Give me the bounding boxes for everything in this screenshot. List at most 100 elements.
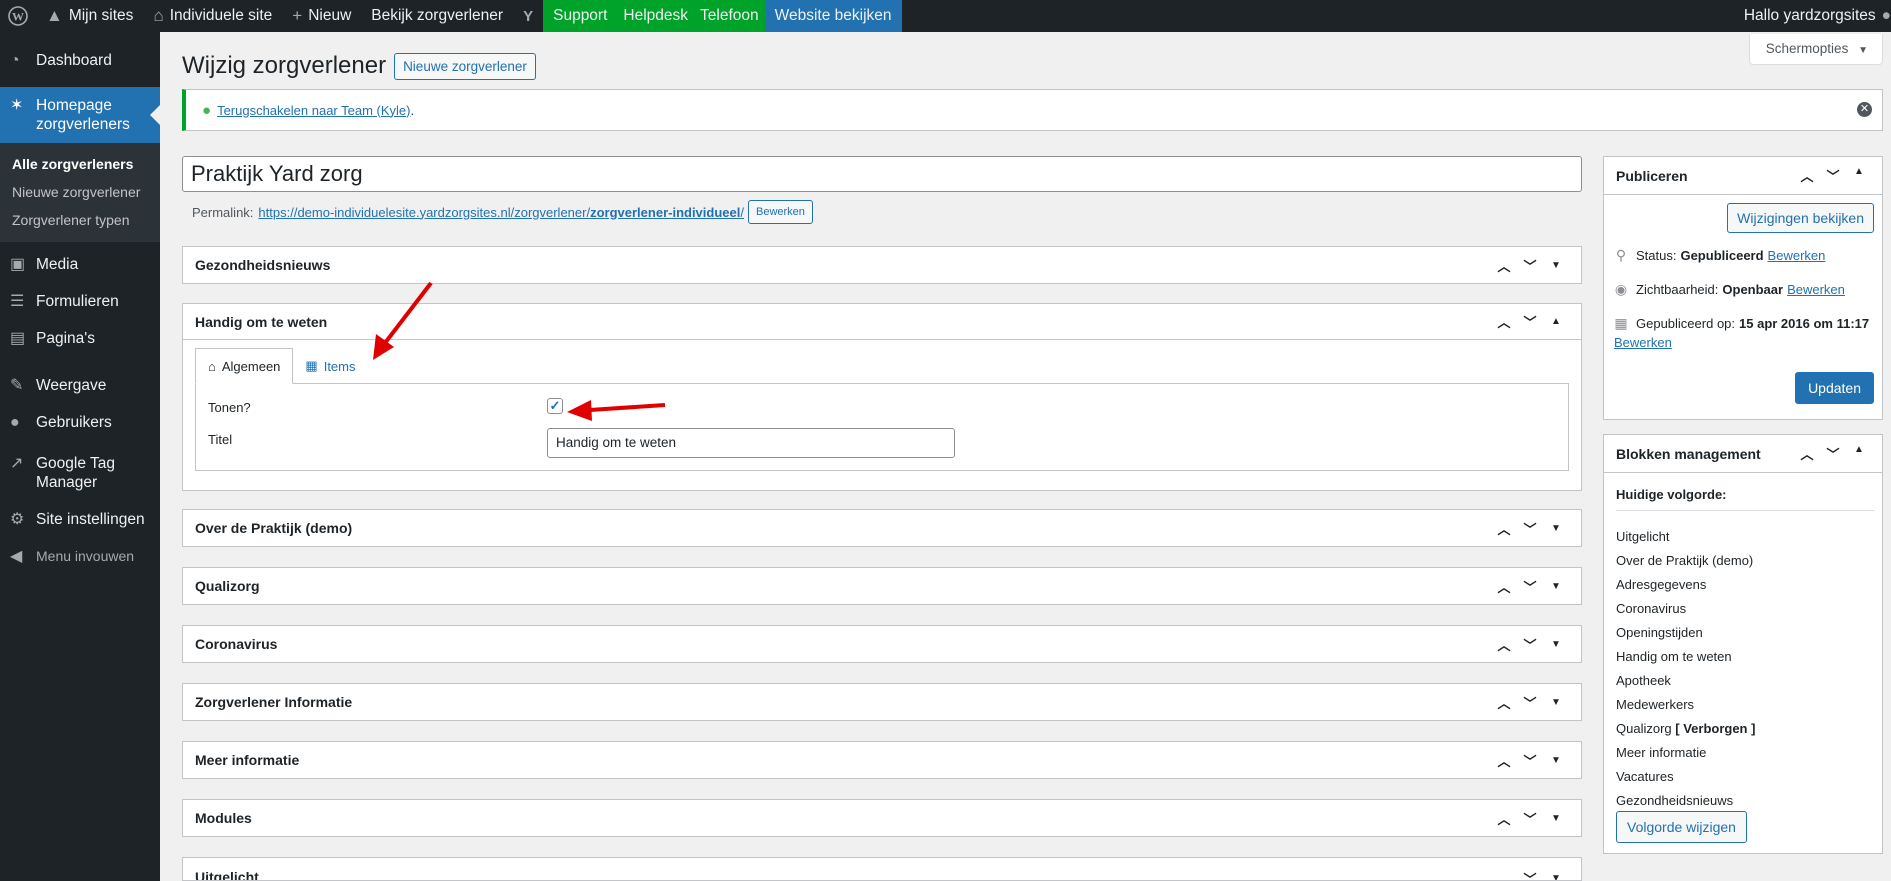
brush-icon: ✎ <box>10 377 24 394</box>
view-provider-link[interactable]: Bekijk zorgverlener <box>361 0 513 32</box>
switch-back-link[interactable]: Terugschakelen naar Team (Kyle) <box>217 103 410 118</box>
show-checkbox[interactable]: ✓ <box>547 398 563 414</box>
pages-icon: ▤ <box>10 330 26 347</box>
admin-bar: W ▲ Mijn sites ⌂ Individuele site + Nieuw B… <box>0 0 1891 32</box>
sidebar-item-weergave[interactable]: ✎ Weergave <box>0 367 160 404</box>
my-sites-menu[interactable]: ▲ Mijn sites <box>36 0 143 32</box>
visibility-edit-link[interactable]: Bewerken <box>1787 282 1845 297</box>
tab-algemeen[interactable]: ⌂ Algemeen <box>195 348 294 384</box>
metabox-header[interactable]: Uitgelicht ︿ ﹀ ▼ <box>183 858 1581 880</box>
move-up-icon[interactable]: ︿ <box>1491 693 1517 712</box>
sidebar-item-media[interactable]: ▣ Media <box>0 246 160 283</box>
list-item: Qualizorg [ Verborgen ] <box>1616 721 1756 736</box>
move-down-icon[interactable]: ﹀ <box>1517 256 1543 275</box>
svg-text:W: W <box>12 10 24 24</box>
status-edit-link[interactable]: Bewerken <box>1768 248 1826 263</box>
telefoon-link[interactable]: Telefoon <box>694 0 765 32</box>
published-edit-link[interactable]: Bewerken <box>1614 335 1874 350</box>
move-down-icon[interactable]: ﹀ <box>1517 809 1543 828</box>
move-down-icon[interactable]: ﹀ <box>1517 312 1543 331</box>
plus-icon: + <box>292 6 303 25</box>
move-down-icon[interactable]: ﹀ <box>1517 869 1543 880</box>
sidebar-item-google-tag-manager[interactable]: ↗ Google Tag Manager <box>0 445 160 501</box>
metabox-header[interactable]: Qualizorg ︿ ﹀ ▼ <box>183 568 1581 604</box>
move-up-icon[interactable]: ︿ <box>1794 444 1820 463</box>
move-up-icon[interactable]: ︿ <box>1491 635 1517 654</box>
toggle-icon[interactable]: ▼ <box>1543 581 1569 592</box>
collapse-icon: ◀ <box>10 548 23 565</box>
change-order-button[interactable]: Volgorde wijzigen <box>1616 811 1747 843</box>
metabox-header[interactable]: Modules ︿ ﹀ ▼ <box>183 800 1581 836</box>
preview-changes-button[interactable]: Wijzigingen bekijken <box>1727 203 1874 233</box>
move-up-icon[interactable]: ︿ <box>1491 312 1517 331</box>
support-link[interactable]: Support <box>543 0 618 32</box>
toggle-icon[interactable]: ▼ <box>1543 755 1569 766</box>
move-down-icon[interactable]: ﹀ <box>1517 635 1543 654</box>
toggle-icon[interactable]: ▼ <box>1543 813 1569 824</box>
metabox-zorgverlener-informatie: Zorgverlener Informatie ︿ ﹀ ▼ <box>182 683 1582 721</box>
submenu-new-provider[interactable]: Nieuwe zorgverlener <box>0 178 160 206</box>
move-down-icon[interactable]: ﹀ <box>1517 519 1543 538</box>
post-title-input[interactable]: Praktijk Yard zorg <box>182 156 1582 192</box>
toggle-icon[interactable]: ▲ <box>1543 316 1569 327</box>
site-name-menu[interactable]: ⌂ Individuele site <box>143 0 282 32</box>
metabox-header[interactable]: Gezondheidsnieuws ︿ ﹀ ▼ <box>183 247 1581 283</box>
toggle-icon[interactable]: ▼ <box>1543 639 1569 650</box>
tab-items[interactable]: ▦ Items <box>293 348 367 384</box>
move-up-icon[interactable]: ︿ <box>1491 751 1517 770</box>
sidebar-item-dashboard[interactable]: ◔ Dashboard <box>0 42 160 79</box>
move-up-icon[interactable]: ︿ <box>1491 869 1517 880</box>
permalink-edit-button[interactable]: Bewerken <box>747 200 813 224</box>
move-up-icon[interactable]: ︿ <box>1491 577 1517 596</box>
move-down-icon[interactable]: ﹀ <box>1820 444 1846 463</box>
screen-options-button[interactable]: Schermopties ▼ <box>1748 34 1883 65</box>
metabox-header[interactable]: Handig om te weten ︿ ﹀ ▲ <box>183 304 1581 340</box>
move-up-icon[interactable]: ︿ <box>1491 256 1517 275</box>
yoast-icon[interactable]: Y <box>513 0 543 32</box>
move-down-icon[interactable]: ﹀ <box>1820 166 1846 185</box>
blocks-header[interactable]: Blokken management ︿ ﹀ ▲ <box>1604 435 1882 473</box>
new-provider-button[interactable]: Nieuwe zorgverlener <box>394 52 536 80</box>
helpdesk-link[interactable]: Helpdesk <box>617 0 695 32</box>
sidebar-item-gebruikers[interactable]: ● Gebruikers <box>0 404 160 441</box>
permalink-link[interactable]: https://demo-individuelesite.yardzorgsit… <box>258 205 744 220</box>
new-content-menu[interactable]: + Nieuw <box>282 0 361 32</box>
block-order-list: Uitgelicht Over de Praktijk (demo) Adres… <box>1616 525 1755 813</box>
view-website-link[interactable]: Website bekijken <box>764 0 902 32</box>
submenu-provider-types[interactable]: Zorgverlener typen <box>0 206 160 234</box>
account-menu[interactable]: Hallo yardzorgsites ● <box>1734 0 1891 32</box>
metabox-header[interactable]: Coronavirus ︿ ﹀ ▼ <box>183 626 1581 662</box>
metabox-header[interactable]: Over de Praktijk (demo) ︿ ﹀ ▼ <box>183 510 1581 546</box>
toggle-icon[interactable]: ▼ <box>1543 523 1569 534</box>
move-down-icon[interactable]: ﹀ <box>1517 751 1543 770</box>
toggle-icon[interactable]: ▼ <box>1543 260 1569 271</box>
metabox-coronavirus: Coronavirus ︿ ﹀ ▼ <box>182 625 1582 663</box>
sidebar-item-site-instellingen[interactable]: ⚙ Site instellingen <box>0 501 160 538</box>
toggle-icon[interactable]: ▲ <box>1846 444 1872 463</box>
move-up-icon[interactable]: ︿ <box>1491 519 1517 538</box>
sidebar-item-paginas[interactable]: ▤ Pagina's <box>0 320 160 357</box>
toggle-icon[interactable]: ▲ <box>1846 166 1872 185</box>
metabox-header[interactable]: Meer informatie ︿ ﹀ ▼ <box>183 742 1581 778</box>
move-up-icon[interactable]: ︿ <box>1491 809 1517 828</box>
update-button[interactable]: Updaten <box>1795 372 1874 404</box>
visibility-row: ◉ Zichtbaarheid: Openbaar Bewerken <box>1614 281 1845 297</box>
move-down-icon[interactable]: ﹀ <box>1517 693 1543 712</box>
close-icon[interactable]: ✕ <box>1857 102 1872 117</box>
move-up-icon[interactable]: ︿ <box>1794 166 1820 185</box>
toggle-icon[interactable]: ▼ <box>1543 873 1569 880</box>
home-icon: ⌂ <box>208 358 216 374</box>
collapse-menu-button[interactable]: ◀ Menu invouwen <box>0 538 160 575</box>
metabox-header[interactable]: Zorgverlener Informatie ︿ ﹀ ▼ <box>183 684 1581 720</box>
title-field[interactable]: Handig om te weten <box>547 428 955 458</box>
submenu-all-providers[interactable]: Alle zorgverleners <box>0 150 160 178</box>
title-label: Titel <box>208 432 233 447</box>
wordpress-logo-icon[interactable]: W <box>0 0 36 32</box>
person-icon: ✶ <box>10 97 24 114</box>
sidebar-item-formulieren[interactable]: ☰ Formulieren <box>0 283 160 320</box>
toggle-icon[interactable]: ▼ <box>1543 697 1569 708</box>
sidebar-item-homepage-zorgverleners[interactable]: ✶ Homepage zorgverleners <box>0 87 160 143</box>
list-item: Openingstijden <box>1616 625 1703 640</box>
publish-header[interactable]: Publiceren ︿ ﹀ ▲ <box>1604 157 1882 195</box>
move-down-icon[interactable]: ﹀ <box>1517 577 1543 596</box>
